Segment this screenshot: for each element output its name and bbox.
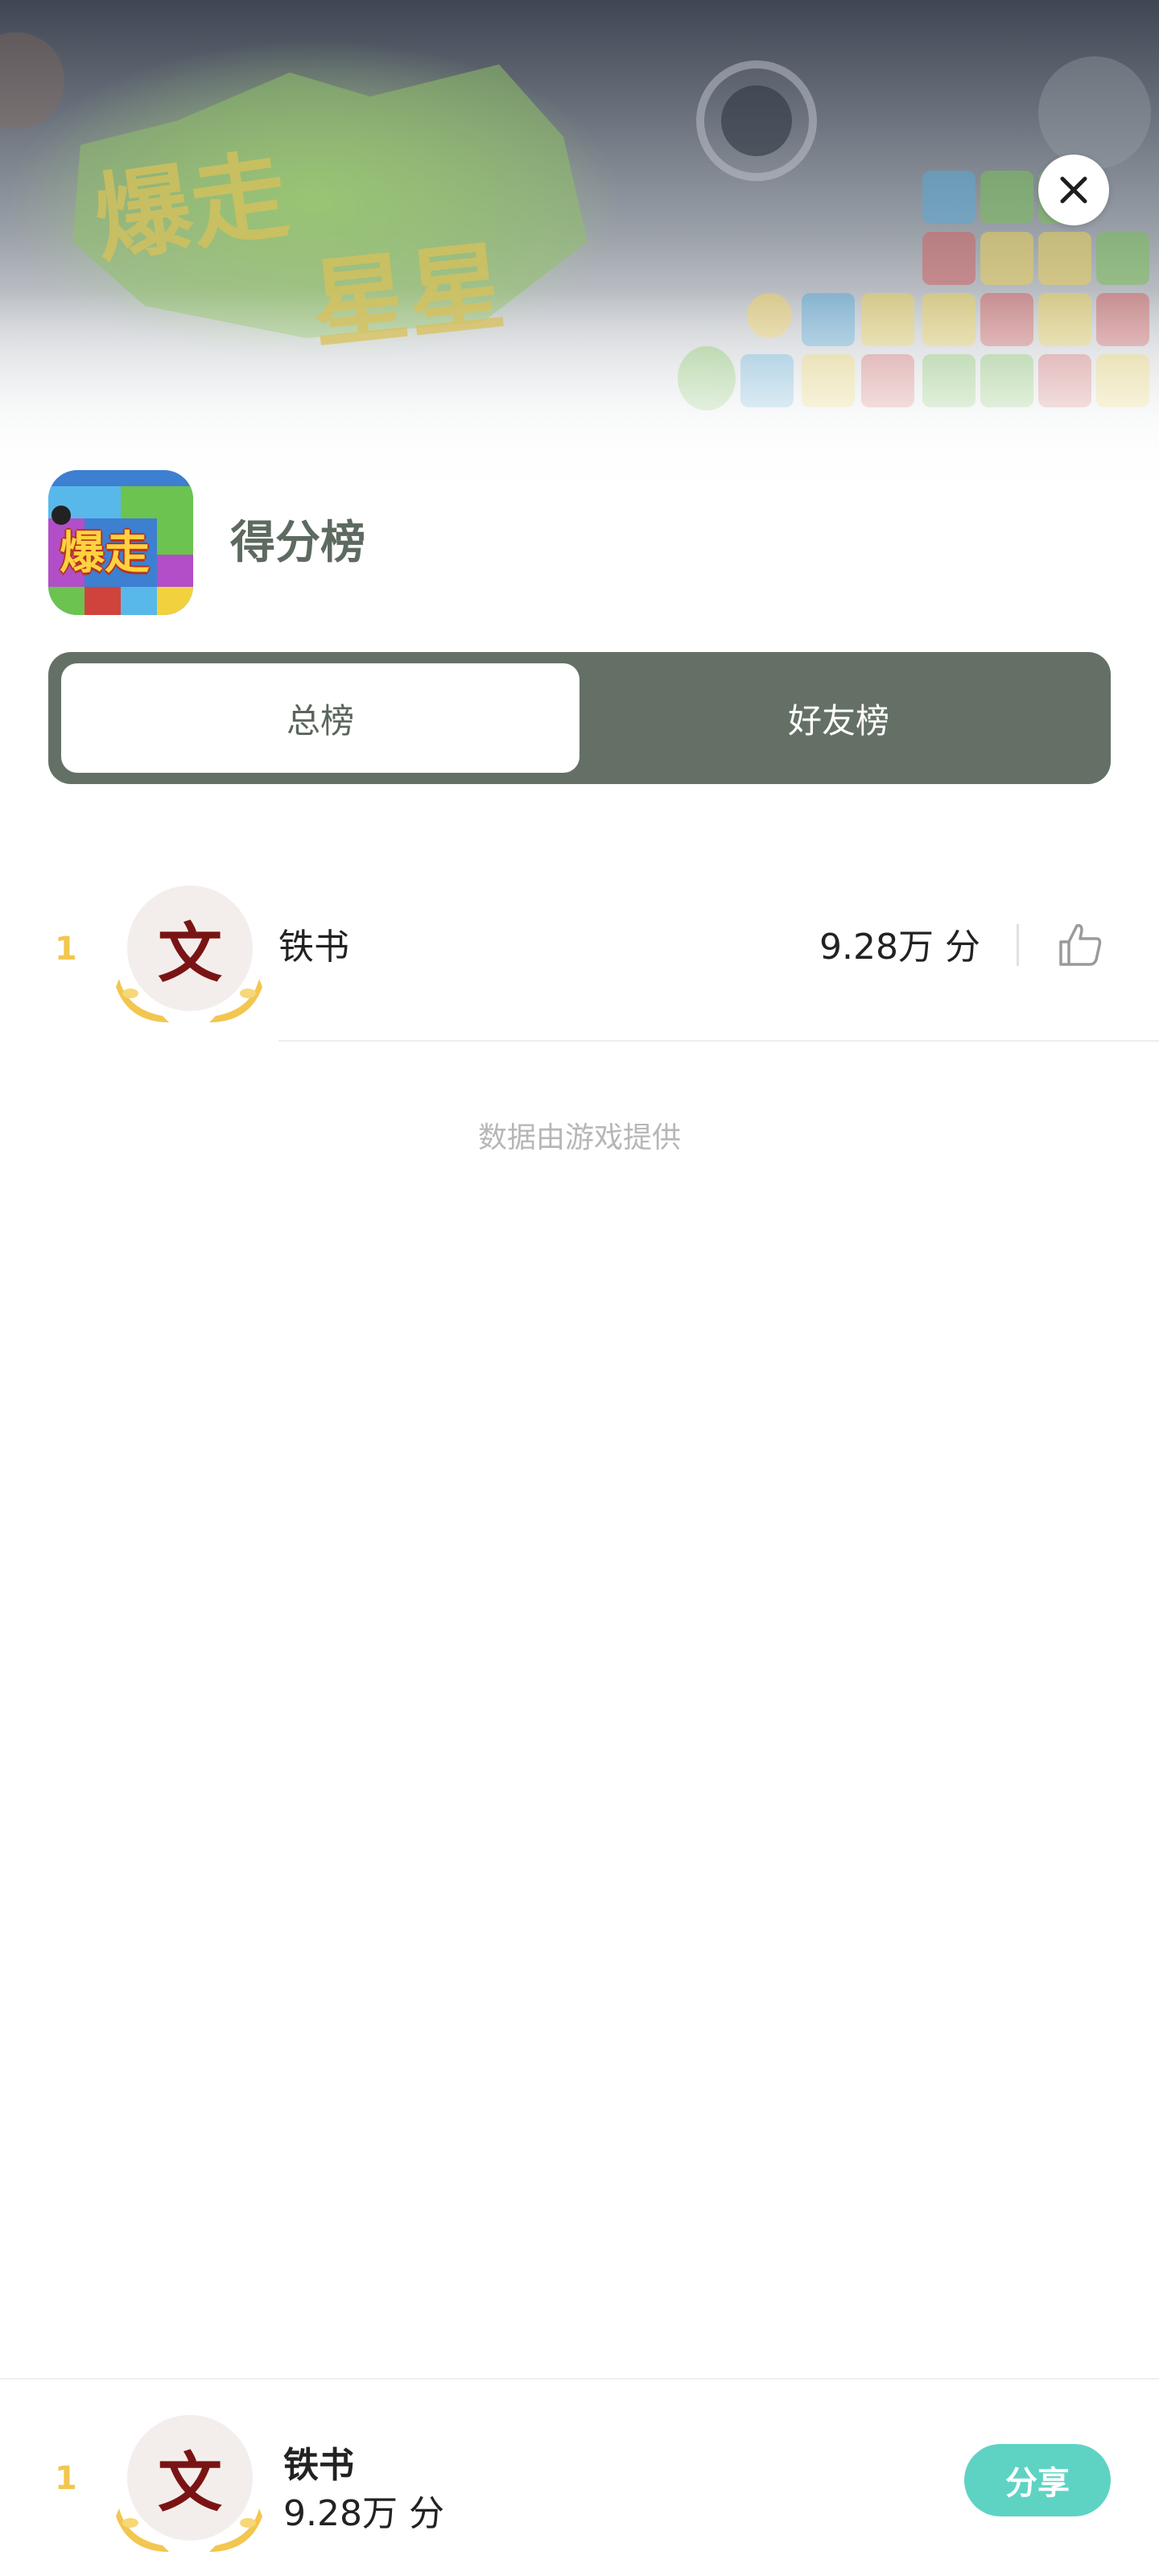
my-name: 铁书 — [283, 2445, 354, 2486]
game-logo-line-2: 星星 — [306, 230, 510, 363]
my-score: 9.28万 分 — [283, 2493, 444, 2534]
game-logo-line-1: 爆走 — [88, 138, 295, 277]
tab-overall[interactable]: 总榜 — [61, 663, 580, 773]
leaderboard-tabs: 总榜 好友榜 — [48, 652, 1111, 784]
game-app-icon: 爆走 — [48, 470, 193, 615]
row-divider — [1017, 924, 1019, 966]
close-button[interactable] — [1038, 155, 1109, 225]
my-rank-bar: 1 文 铁书 9.28万 分 分享 — [0, 2378, 1159, 2576]
share-button[interactable]: 分享 — [964, 2444, 1111, 2516]
player-name: 铁书 — [278, 927, 349, 968]
data-source-note: 数据由游戏提供 — [477, 1121, 681, 1154]
rank-number: 1 — [55, 931, 77, 968]
like-icon[interactable] — [1054, 919, 1106, 971]
game-banner: 爆走 星星 — [0, 0, 1159, 515]
game-icon-label: 爆走 — [60, 527, 150, 580]
page-title: 得分榜 — [230, 517, 365, 569]
row-separator — [278, 1040, 1159, 1042]
tab-friends[interactable]: 好友榜 — [580, 663, 1098, 773]
laurel-icon — [116, 979, 262, 1022]
game-logo: 爆走 星星 — [77, 121, 592, 362]
my-avatar: 文 — [113, 2415, 266, 2552]
leaderboard-row[interactable]: 1 文 铁书 9.28万 分 — [0, 877, 1159, 1038]
my-rank-number: 1 — [55, 2460, 77, 2497]
player-score: 9.28万 分 — [819, 927, 980, 968]
laurel-icon — [116, 2508, 262, 2552]
close-icon — [1060, 176, 1087, 204]
avatar: 文 — [113, 886, 266, 1022]
